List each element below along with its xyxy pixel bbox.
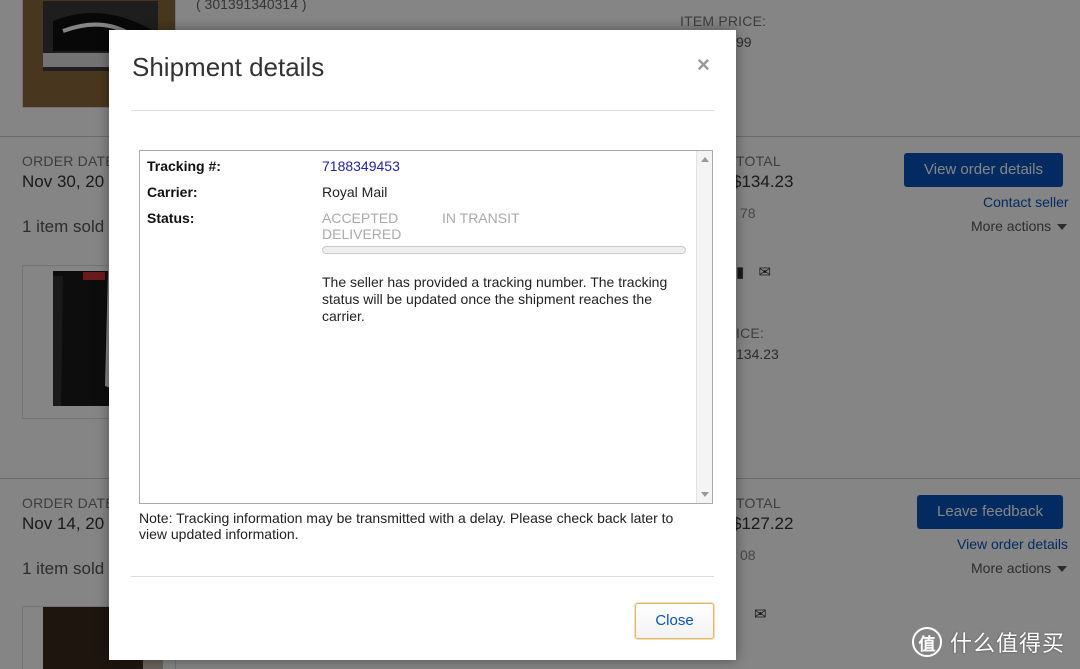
status-step-in-transit: IN TRANSIT xyxy=(442,210,520,226)
header-divider xyxy=(131,110,714,111)
dialog-title: Shipment details xyxy=(132,52,325,82)
footer-divider xyxy=(131,576,714,577)
watermark: 值 什么值得买 xyxy=(912,624,1065,660)
tracking-number-label: Tracking #: xyxy=(147,158,221,174)
carrier-value: Royal Mail xyxy=(322,184,388,200)
watermark-logo-icon: 值 xyxy=(912,627,942,657)
carrier-label: Carrier: xyxy=(147,184,198,200)
close-button[interactable]: Close xyxy=(635,603,714,639)
shipment-details-dialog: Shipment details × Tracking #: 718834945… xyxy=(109,30,736,660)
status-label: Status: xyxy=(147,210,195,226)
tracking-number-link[interactable]: 7188349453 xyxy=(322,158,400,174)
status-step-delivered: DELIVERED xyxy=(322,226,402,242)
tracking-panel: Tracking #: 7188349453 Carrier: Royal Ma… xyxy=(139,150,713,504)
scroll-down-arrow-icon[interactable] xyxy=(701,492,709,497)
tracking-note: Note: Tracking information may be transm… xyxy=(139,510,674,542)
scroll-up-arrow-icon[interactable] xyxy=(701,157,709,162)
close-icon[interactable]: × xyxy=(697,52,710,78)
status-step-accepted: ACCEPTED xyxy=(322,210,399,226)
tracking-message: The seller has provided a tracking numbe… xyxy=(322,274,668,324)
tracking-number[interactable]: 7188349453 xyxy=(322,158,400,174)
tracking-scrollbar[interactable] xyxy=(696,151,712,503)
tracking-progress-bar xyxy=(322,246,686,254)
watermark-text: 什么值得买 xyxy=(950,631,1066,656)
